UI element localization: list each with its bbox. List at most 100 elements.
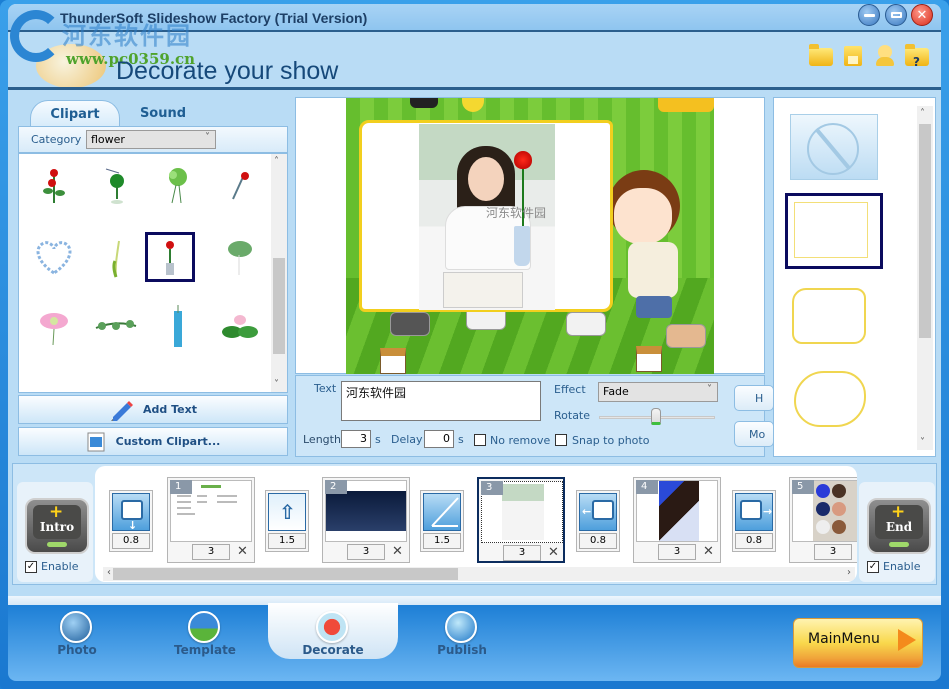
- intro-enable-label: Enable: [41, 560, 79, 573]
- clipart-item[interactable]: [91, 160, 141, 210]
- intro-dots: [47, 542, 67, 547]
- add-text-button[interactable]: Add Text: [18, 395, 288, 424]
- clipart-item[interactable]: [215, 160, 265, 210]
- nav-decorate[interactable]: Decorate: [268, 603, 398, 667]
- slide-duration[interactable]: 3: [192, 544, 230, 560]
- scroll-down-icon[interactable]: ˅: [274, 379, 279, 390]
- close-icon: ✕: [916, 7, 928, 23]
- scroll-thumb[interactable]: [919, 124, 931, 338]
- slide-item[interactable]: 2 3 ✕: [322, 477, 410, 563]
- clipart-item[interactable]: [29, 160, 79, 210]
- slide-item[interactable]: 5 3: [789, 477, 857, 563]
- intro-button[interactable]: + Intro: [25, 498, 89, 554]
- frame-option-none[interactable]: [790, 114, 878, 180]
- effect-select[interactable]: Fade ˅: [598, 382, 718, 402]
- globe-icon: [445, 611, 477, 643]
- minimize-button[interactable]: [858, 4, 880, 26]
- clipart-item[interactable]: [215, 302, 265, 352]
- plus-icon: +: [891, 502, 906, 522]
- transition-duration[interactable]: 0.8: [735, 533, 773, 549]
- slide-item[interactable]: 4 3 ✕: [633, 477, 721, 563]
- scroll-right-icon[interactable]: ›: [847, 567, 851, 578]
- transition-duration[interactable]: 0.8: [579, 533, 617, 549]
- clipart-item[interactable]: [29, 232, 79, 282]
- scroll-up-icon[interactable]: ˄: [274, 156, 279, 167]
- close-button[interactable]: ✕: [911, 4, 933, 26]
- transition-item[interactable]: ← 0.8: [576, 490, 620, 552]
- tab-clipart[interactable]: Clipart: [30, 100, 120, 127]
- scroll-thumb[interactable]: [113, 568, 458, 580]
- transition-duration[interactable]: 0.8: [112, 533, 150, 549]
- tab-sound[interactable]: Sound: [128, 100, 198, 127]
- transition-item[interactable]: → 0.8: [732, 490, 776, 552]
- rose-clipart[interactable]: [514, 151, 532, 169]
- open-project-button[interactable]: [809, 44, 833, 68]
- no-remove-checkbox[interactable]: [474, 434, 486, 446]
- text-input[interactable]: 河东软件园: [341, 381, 541, 421]
- frame-option-cloud[interactable]: [794, 371, 866, 427]
- scroll-up-icon[interactable]: ˄: [920, 108, 925, 119]
- overlay-text[interactable]: 河东软件园: [486, 204, 546, 221]
- save-project-button[interactable]: [841, 44, 865, 68]
- frame-option-rounded[interactable]: [792, 288, 866, 344]
- snap-to-photo-checkbox[interactable]: [555, 434, 567, 446]
- clipart-item-selected[interactable]: [145, 232, 195, 282]
- slide-duration[interactable]: 3: [347, 544, 385, 560]
- maximize-button[interactable]: [885, 4, 907, 26]
- nav-publish[interactable]: Publish: [407, 607, 517, 667]
- slide-duration[interactable]: 3: [658, 544, 696, 560]
- clipart-item[interactable]: [153, 302, 203, 352]
- clipart-item[interactable]: [153, 369, 203, 392]
- category-label: Category: [31, 133, 82, 146]
- scroll-down-icon[interactable]: ˅: [920, 437, 925, 448]
- more-button[interactable]: Mo: [734, 421, 774, 447]
- custom-clipart-button[interactable]: Custom Clipart...: [18, 427, 288, 456]
- end-button[interactable]: + End: [867, 498, 931, 554]
- scroll-left-icon[interactable]: ‹: [107, 567, 111, 578]
- clock-decor: [462, 98, 484, 112]
- slide-item-selected[interactable]: 3 3 ✕: [477, 477, 565, 563]
- nav-template[interactable]: Template: [150, 607, 260, 667]
- slide-number: 2: [325, 480, 347, 494]
- pale-flowers-icon: [101, 379, 131, 393]
- clipart-item[interactable]: [215, 232, 265, 282]
- intro-label: Intro: [39, 520, 75, 534]
- transition-duration[interactable]: 1.5: [423, 533, 461, 549]
- category-select[interactable]: flower ˅: [86, 130, 216, 149]
- frame-scrollbar[interactable]: ˄ ˅: [917, 106, 933, 450]
- text-style-button[interactable]: H: [734, 385, 774, 411]
- transition-duration[interactable]: 1.5: [268, 533, 306, 549]
- clipart-item[interactable]: [29, 369, 79, 392]
- clipart-item[interactable]: [29, 302, 79, 352]
- preview-canvas[interactable]: 河东软件园: [346, 98, 714, 374]
- scroll-thumb[interactable]: [273, 258, 285, 354]
- help-button[interactable]: ?: [905, 44, 929, 69]
- slide-duration[interactable]: 3: [503, 545, 541, 561]
- delete-slide-icon[interactable]: ✕: [703, 544, 714, 559]
- delete-slide-icon[interactable]: ✕: [548, 545, 559, 560]
- timeline-scrollbar[interactable]: ‹ ›: [103, 567, 855, 581]
- transition-item[interactable]: ⇧ 1.5: [265, 490, 309, 552]
- nav-photo[interactable]: Photo: [22, 607, 132, 667]
- rotate-slider-thumb[interactable]: [651, 408, 661, 425]
- frame-option-rectangle[interactable]: [785, 193, 883, 269]
- arrow-up-icon: ⇧: [279, 500, 296, 524]
- clipart-item[interactable]: [91, 302, 141, 352]
- length-input[interactable]: 3: [341, 430, 371, 448]
- delete-slide-icon[interactable]: ✕: [392, 544, 403, 559]
- delay-input[interactable]: 0: [424, 430, 454, 448]
- slide-item[interactable]: 1 3 ✕: [167, 477, 255, 563]
- slide-duration[interactable]: 3: [814, 544, 852, 560]
- clipart-item[interactable]: [91, 232, 141, 282]
- clipart-item[interactable]: [91, 369, 141, 393]
- clipart-item[interactable]: [153, 160, 203, 210]
- transition-item[interactable]: ↓ 0.8: [109, 490, 153, 552]
- clipart-scrollbar[interactable]: ˄ ˅: [271, 154, 287, 392]
- delete-slide-icon[interactable]: ✕: [237, 544, 248, 559]
- slide-number: 4: [636, 480, 658, 494]
- intro-enable-checkbox[interactable]: ✓ Enable: [25, 560, 78, 573]
- end-enable-checkbox[interactable]: ✓ Enable: [867, 560, 920, 573]
- transition-item[interactable]: 1.5: [420, 490, 464, 552]
- register-button[interactable]: [873, 44, 897, 68]
- main-menu-button[interactable]: MainMenu: [793, 618, 923, 668]
